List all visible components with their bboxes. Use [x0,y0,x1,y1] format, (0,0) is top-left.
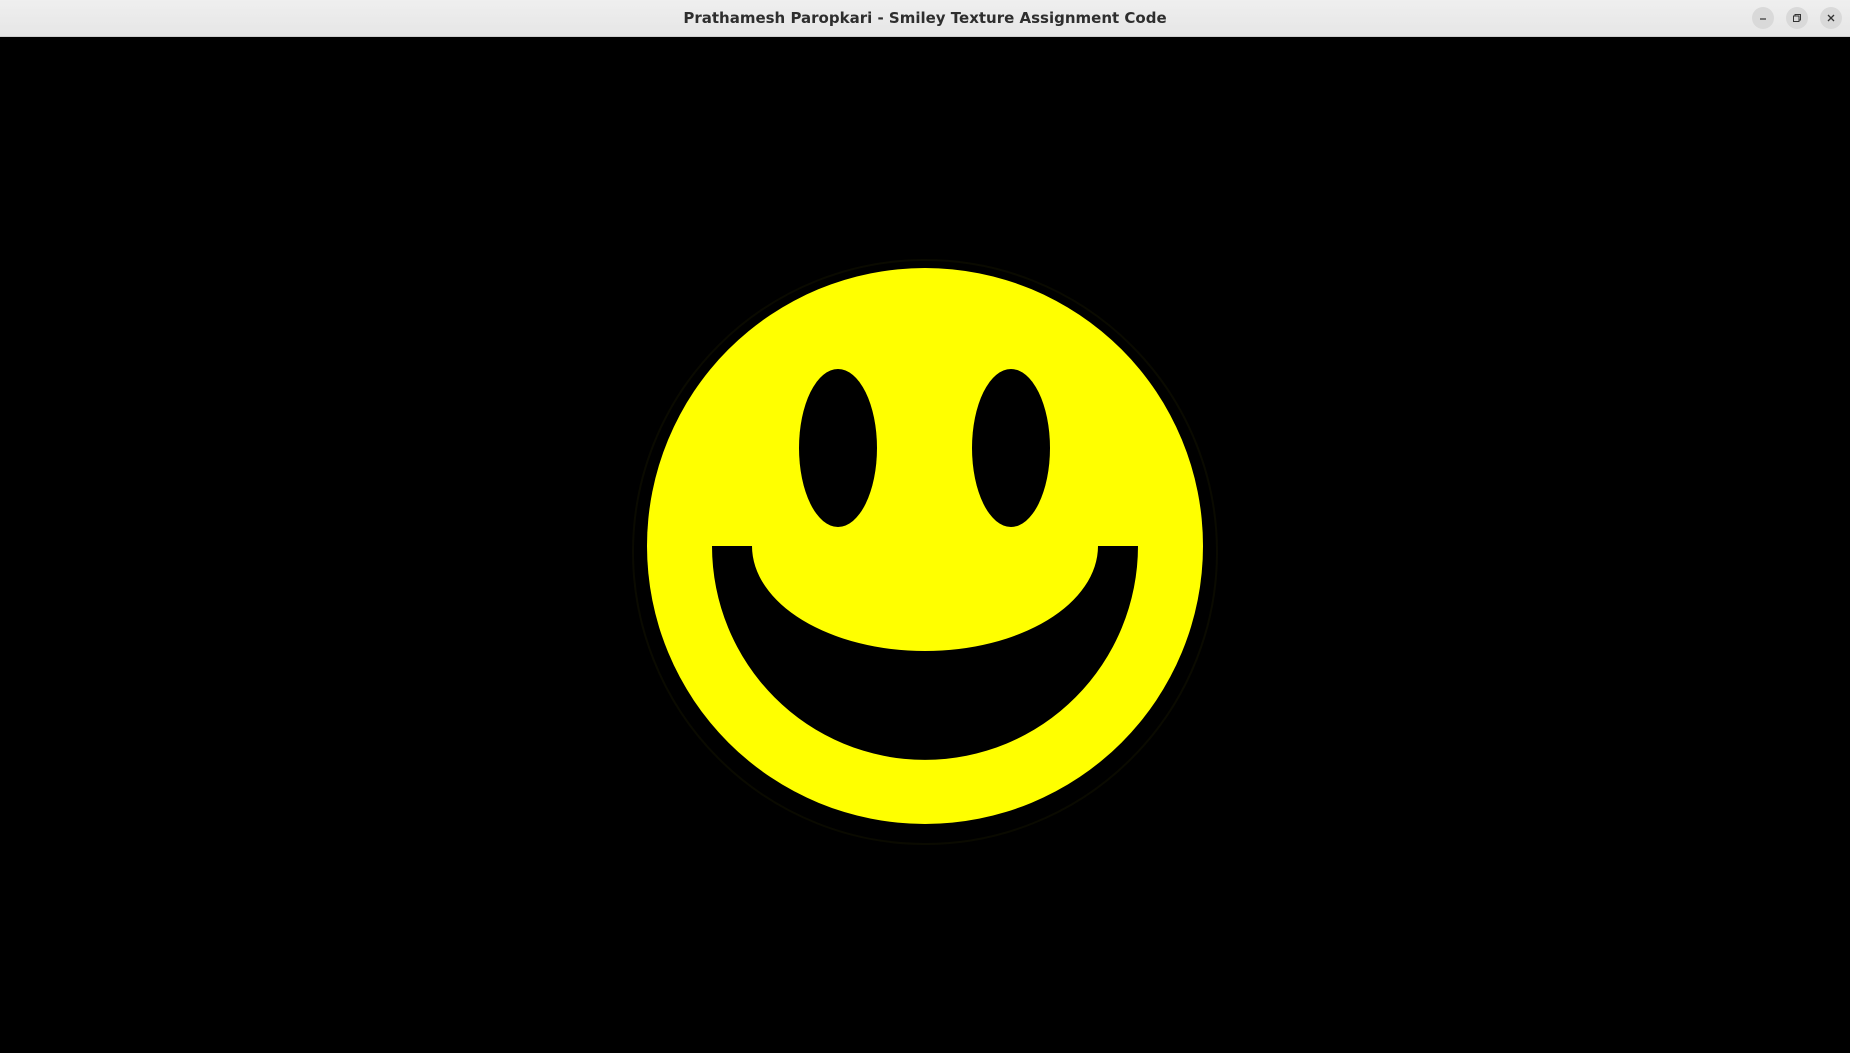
restore-icon [1793,14,1801,22]
app-window: Prathamesh Paropkari - Smiley Texture As… [0,0,1850,1053]
close-button[interactable] [1820,7,1842,29]
right-eye [972,369,1050,527]
left-eye [799,369,877,527]
title-bar[interactable]: Prathamesh Paropkari - Smiley Texture As… [0,0,1850,37]
close-icon [1827,14,1835,22]
opengl-viewport[interactable] [0,37,1850,1053]
restore-button[interactable] [1786,7,1808,29]
minimize-button[interactable] [1752,7,1774,29]
smiley-scene [0,37,1850,1053]
window-controls [1752,7,1842,29]
window-title: Prathamesh Paropkari - Smiley Texture As… [683,9,1167,27]
minimize-icon [1760,18,1766,20]
